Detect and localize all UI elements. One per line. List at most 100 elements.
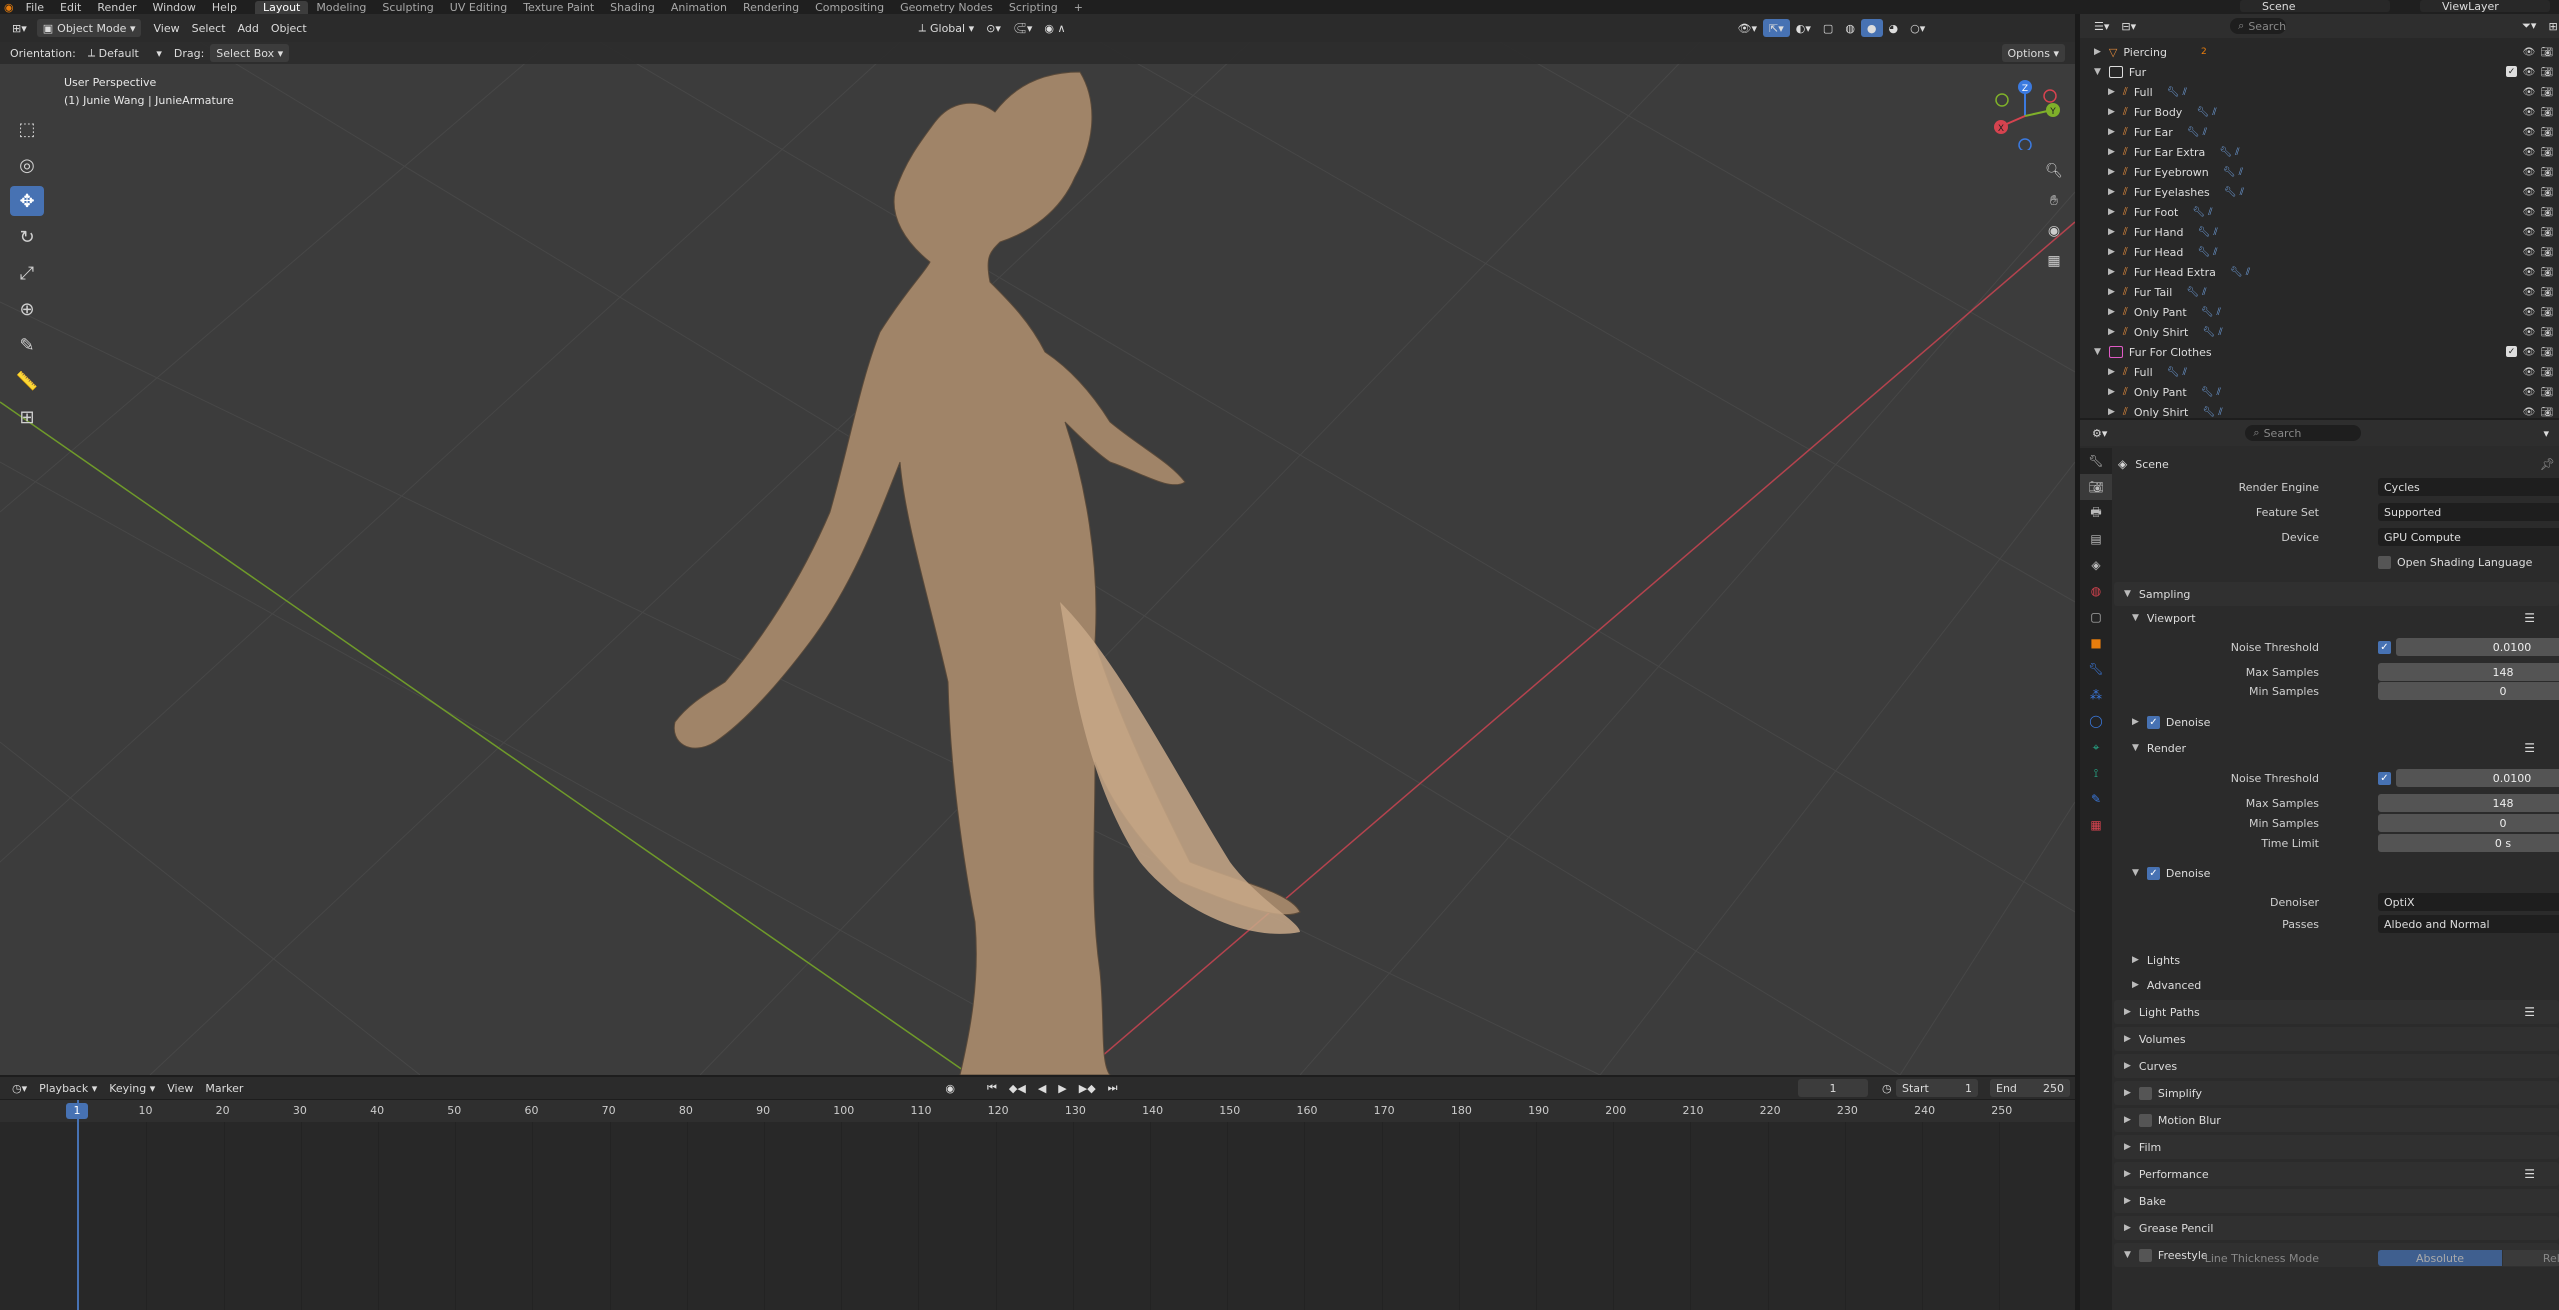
gizmo-toggle-icon[interactable]: ⇱▾ (1763, 19, 1790, 37)
chevron-right-icon[interactable]: ▶ (2108, 367, 2115, 377)
record-button-icon[interactable]: ◉ (939, 1079, 961, 1097)
outliner-row[interactable]: ▶ ⫽ Fur Foot 🔧︎ ⫽ 👁︎ 📷︎ (2080, 202, 2559, 222)
camera-icon[interactable]: 📷︎ (2541, 186, 2554, 198)
constraints-tab-icon[interactable]: ⌖ (2080, 734, 2112, 760)
presets-icon[interactable]: ☰ (2524, 1005, 2535, 1019)
play-icon[interactable]: ▶ (1052, 1079, 1072, 1097)
properties-search-input[interactable]: ⌕ Search (2245, 425, 2362, 441)
workspace-tab-layout[interactable]: Layout (254, 0, 309, 14)
workspace-tab-rendering[interactable]: Rendering (735, 1, 807, 14)
timeline-editor[interactable]: 10 20 30 40 50 60 70 80 90 100 110 120 130 140 150 160 1… (0, 1100, 2075, 1310)
add-workspace-icon[interactable]: + (1066, 1, 1091, 14)
presets-icon[interactable]: ☰ (2524, 1167, 2535, 1181)
vp-denoise-checkbox[interactable]: ✓ (2146, 715, 2160, 729)
camera-icon[interactable]: 📷︎ (2541, 346, 2554, 358)
shading-wireframe-icon[interactable]: ◍ (1839, 19, 1861, 37)
camera-icon[interactable]: 📷︎ (2541, 206, 2554, 218)
camera-icon[interactable]: 📷︎ (2541, 166, 2554, 178)
panel-light-paths[interactable]: ▶ Light Paths ☰ (2114, 1000, 2559, 1024)
camera-icon[interactable]: 📷︎ (2541, 326, 2554, 338)
panel-curves[interactable]: ▶ Curves (2114, 1054, 2559, 1078)
view-layer-selector[interactable]: ViewLayer (2420, 0, 2550, 13)
r-denoise-subpanel[interactable]: ▼ ✓ Denoise (2114, 863, 2559, 883)
overlay-toggle-icon[interactable]: ◐▾ (1790, 19, 1817, 37)
chevron-right-icon[interactable]: ▶ (2094, 47, 2101, 57)
chevron-down-icon[interactable]: ▼ (2094, 67, 2101, 77)
menu-window[interactable]: Window (145, 1, 204, 14)
panel-grease-pencil[interactable]: ▶ Grease Pencil (2114, 1216, 2559, 1240)
panel-enable-checkbox[interactable] (2138, 1086, 2152, 1100)
chevron-right-icon[interactable]: ▶ (2108, 167, 2115, 177)
menu-timeline-view[interactable]: View (161, 1079, 199, 1097)
r-denoise-checkbox[interactable]: ✓ (2146, 866, 2160, 880)
view-layer-tab-icon[interactable]: ▤ (2080, 526, 2112, 552)
camera-icon[interactable]: 📷︎ (2541, 106, 2554, 118)
timeline-editor-type-icon[interactable]: ◷▾ (6, 1079, 33, 1097)
annotate-tool-icon[interactable]: ✎ (10, 330, 44, 360)
vp-denoise-subpanel[interactable]: ▶ ✓ Denoise (2114, 712, 2559, 732)
outliner-editor-type-icon[interactable]: ☰▾ (2088, 17, 2115, 35)
orthographic-toggle-icon[interactable]: ▦ (2041, 248, 2067, 274)
chevron-right-icon[interactable]: ▶ (2108, 207, 2115, 217)
eye-icon[interactable]: 👁︎ (2523, 326, 2536, 338)
outliner-search-input[interactable]: ⌕ Search (2230, 18, 2287, 34)
orientation-dropdown[interactable]: ⟂ Default ▾ (82, 44, 168, 62)
new-collection-icon[interactable]: ⊞ (2542, 17, 2559, 35)
options-dropdown[interactable]: Options ▾ (2001, 44, 2065, 62)
vp-noise-checkbox[interactable]: ✓ (2378, 640, 2391, 654)
menu-select[interactable]: Select (186, 19, 232, 37)
playhead[interactable] (77, 1100, 79, 1310)
playhead-frame-label[interactable]: 1 (66, 1103, 88, 1119)
pivot-point-icon[interactable]: ⊙▾ (980, 19, 1007, 37)
viewport-subpanel-header[interactable]: ▼ Viewport ☰ (2114, 608, 2559, 628)
eye-icon[interactable]: 👁︎ (2523, 66, 2536, 78)
tool-tab-icon[interactable]: 🔧︎ (2080, 448, 2112, 474)
camera-icon[interactable]: 📷︎ (2541, 46, 2554, 58)
scene-selector[interactable]: Scene (2240, 0, 2390, 13)
chevron-right-icon[interactable]: ▶ (2108, 87, 2115, 97)
workspace-tab-compositing[interactable]: Compositing (807, 1, 892, 14)
move-tool-icon[interactable]: ✥ (10, 186, 44, 216)
workspace-tab-uv-editing[interactable]: UV Editing (442, 1, 515, 14)
3d-viewport[interactable]: User Perspective (1) Junie Wang | JunieA… (0, 42, 2075, 1075)
object-tab-icon[interactable]: ■ (2080, 630, 2112, 656)
lights-subpanel[interactable]: ▶ Lights (2114, 950, 2559, 970)
camera-icon[interactable]: 📷︎ (2541, 146, 2554, 158)
snap-icon[interactable]: 🧲︎▾ (1007, 19, 1039, 37)
render-subpanel-header[interactable]: ▼ Render ☰ (2114, 738, 2559, 758)
jump-end-icon[interactable]: ⏭ (1102, 1079, 1124, 1097)
render-tab-icon[interactable]: 📷︎ (2080, 474, 2112, 500)
outliner-row[interactable]: ▶ ⫽ Full 🔧︎ ⫽ 👁︎ 📷︎ (2080, 362, 2559, 382)
collection-tab-icon[interactable]: ▢ (2080, 604, 2112, 630)
sampling-panel-header[interactable]: ▼ Sampling (2114, 582, 2559, 606)
render-engine-dropdown[interactable]: Cycles⌄ (2378, 478, 2559, 496)
visibility-icon[interactable]: 👁︎▾ (1732, 19, 1764, 37)
eye-icon[interactable]: 👁︎ (2523, 226, 2536, 238)
exclude-checkbox[interactable]: ✓ (2506, 346, 2517, 357)
prev-keyframe-icon[interactable]: ◆◀ (1003, 1079, 1032, 1097)
camera-icon[interactable]: 📷︎ (2541, 226, 2554, 238)
outliner-row[interactable]: ▶ ⫽ Fur Head Extra 🔧︎ ⫽ 👁︎ 📷︎ (2080, 262, 2559, 282)
outliner-row[interactable]: ▶ ⫽ Fur Head 🔧︎ ⫽ 👁︎ 📷︎ (2080, 242, 2559, 262)
panel-bake[interactable]: ▶ Bake (2114, 1189, 2559, 1213)
thickness-relative-button[interactable]: Relative (2503, 1250, 2559, 1266)
play-reverse-icon[interactable]: ◀ (1032, 1079, 1052, 1097)
texture-tab-icon[interactable]: ▦ (2080, 812, 2112, 838)
camera-view-icon[interactable]: ◉ (2041, 218, 2067, 244)
chevron-right-icon[interactable]: ▶ (2108, 147, 2115, 157)
display-mode-icon[interactable]: ⊟▾ (2115, 17, 2142, 35)
eye-icon[interactable]: 👁︎ (2523, 206, 2536, 218)
outliner-row[interactable]: ▶ ⫽ Fur Body 🔧︎ ⫽ 👁︎ 📷︎ (2080, 102, 2559, 122)
modifier-tab-icon[interactable]: 🔧︎ (2080, 656, 2112, 682)
eye-icon[interactable]: 👁︎ (2523, 286, 2536, 298)
advanced-subpanel[interactable]: ▶ Advanced (2114, 975, 2559, 995)
filter-icon[interactable]: ⏷▾ (2516, 17, 2542, 35)
menu-playback[interactable]: Playback ▾ (33, 1079, 103, 1097)
chevron-right-icon[interactable]: ▶ (2108, 127, 2115, 137)
outliner-row[interactable]: ▶ ⫽ Fur Ear 🔧︎ ⫽ 👁︎ 📷︎ (2080, 122, 2559, 142)
properties-options-icon[interactable]: ▾ (2537, 424, 2555, 442)
camera-icon[interactable]: 📷︎ (2541, 266, 2554, 278)
camera-icon[interactable]: 📷︎ (2541, 246, 2554, 258)
select-box-tool-icon[interactable]: ⬚ (10, 114, 44, 144)
presets-icon[interactable]: ☰ (2524, 741, 2535, 755)
